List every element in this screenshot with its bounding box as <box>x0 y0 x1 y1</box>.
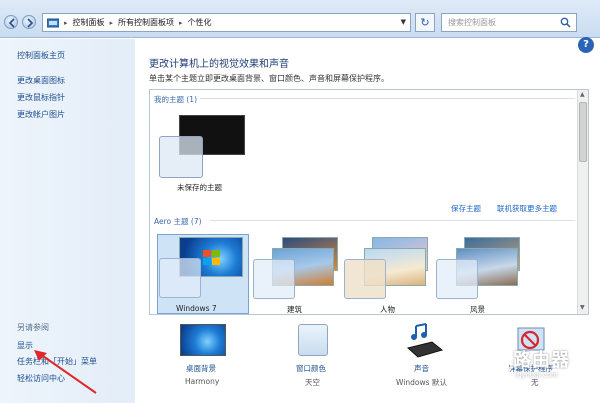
get-more-themes-online-link[interactable]: 联机获取更多主题 <box>497 203 557 214</box>
scroll-down-icon[interactable]: ▼ <box>580 304 585 311</box>
aero-themes-section-label: Aero 主题 (7) <box>154 217 202 226</box>
section-divider <box>210 220 575 221</box>
save-theme-link[interactable]: 保存主题 <box>451 203 481 214</box>
desktop-background-icon <box>180 324 226 356</box>
theme-name-windows7[interactable]: Windows 7 <box>176 304 217 313</box>
window-color-icon <box>298 324 328 356</box>
forward-arrow-icon <box>27 18 34 28</box>
breadcrumb-control-panel[interactable]: 控制面板 <box>73 17 105 28</box>
scroll-up-icon[interactable]: ▲ <box>580 91 585 98</box>
desktop-background-button[interactable] <box>176 322 228 360</box>
sounds-value: Windows 默认 <box>396 378 447 387</box>
window-color-button[interactable] <box>297 322 331 360</box>
breadcrumb-personalization[interactable]: 个性化 <box>188 17 212 28</box>
back-button[interactable] <box>4 15 18 29</box>
windows-logo-icon <box>203 250 220 265</box>
refresh-icon: ↻ <box>420 16 430 29</box>
address-bar[interactable]: ▸ 控制面板 ▸ 所有控制面板项 ▸ 个性化 ▼ <box>42 13 411 32</box>
help-icon[interactable]: ? <box>578 37 594 53</box>
breadcrumb-separator-icon: ▸ <box>109 18 114 27</box>
section-divider <box>200 98 575 99</box>
refresh-button[interactable]: ↻ <box>415 13 435 32</box>
see-also-heading: 另请参阅 <box>17 323 49 332</box>
sounds-button[interactable] <box>404 322 444 360</box>
unsaved-theme-color-swatch[interactable] <box>159 136 203 178</box>
search-placeholder: 搜索控制面板 <box>448 18 496 27</box>
watermark-subtext: luyouqi.com <box>515 371 558 379</box>
theme-list-scrollbar[interactable]: ▲ ▼ <box>577 90 588 314</box>
search-input[interactable]: 搜索控制面板 <box>441 13 577 32</box>
window-color-label[interactable]: 窗口颜色 <box>296 363 326 374</box>
window-color-value: 天空 <box>305 378 320 387</box>
sounds-icon <box>406 323 444 358</box>
breadcrumb-separator-icon: ▸ <box>64 18 68 27</box>
page-subtitle: 单击某个主题立即更改桌面背景、窗口颜色、声音和屏幕保护程序。 <box>149 74 389 83</box>
address-dropdown-icon[interactable]: ▼ <box>401 18 406 26</box>
my-themes-section-label: 我的主题 (1) <box>154 95 198 104</box>
landscapes-color-swatch <box>436 259 478 299</box>
change-mouse-pointers-link[interactable]: 更改鼠标指针 <box>17 92 65 103</box>
address-toolbar: ▸ 控制面板 ▸ 所有控制面板项 ▸ 个性化 ▼ ↻ 搜索控制面板 <box>0 0 600 38</box>
change-desktop-icons-link[interactable]: 更改桌面图标 <box>17 75 65 86</box>
theme-name-architecture[interactable]: 建筑 <box>287 304 302 315</box>
windows7-color-swatch <box>159 258 201 298</box>
theme-name-landscapes[interactable]: 风景 <box>470 304 485 315</box>
unsaved-theme-label[interactable]: 未保存的主题 <box>177 182 222 193</box>
search-icon[interactable] <box>560 17 571 28</box>
sounds-label[interactable]: 声音 <box>414 363 429 374</box>
desktop-background-label[interactable]: 桌面背景 <box>186 363 216 374</box>
breadcrumb-all-items[interactable]: 所有控制面板项 <box>118 17 174 28</box>
theme-name-characters[interactable]: 人物 <box>380 304 395 315</box>
control-panel-home-link[interactable]: 控制面板主页 <box>17 50 65 61</box>
change-account-picture-link[interactable]: 更改帐户图片 <box>17 109 65 120</box>
characters-color-swatch <box>344 259 386 299</box>
forward-button[interactable] <box>22 15 36 29</box>
red-arrow-annotation-icon <box>34 350 97 394</box>
back-arrow-icon <box>8 18 15 28</box>
desktop-background-value: Harmony <box>185 377 220 386</box>
breadcrumb-separator-icon: ▸ <box>179 18 183 27</box>
watermark-text: 路由器 <box>513 350 570 371</box>
architecture-color-swatch <box>253 259 295 299</box>
page-title: 更改计算机上的视觉效果和声音 <box>149 59 289 70</box>
scrollbar-thumb[interactable] <box>579 102 587 162</box>
control-panel-icon <box>47 18 59 27</box>
